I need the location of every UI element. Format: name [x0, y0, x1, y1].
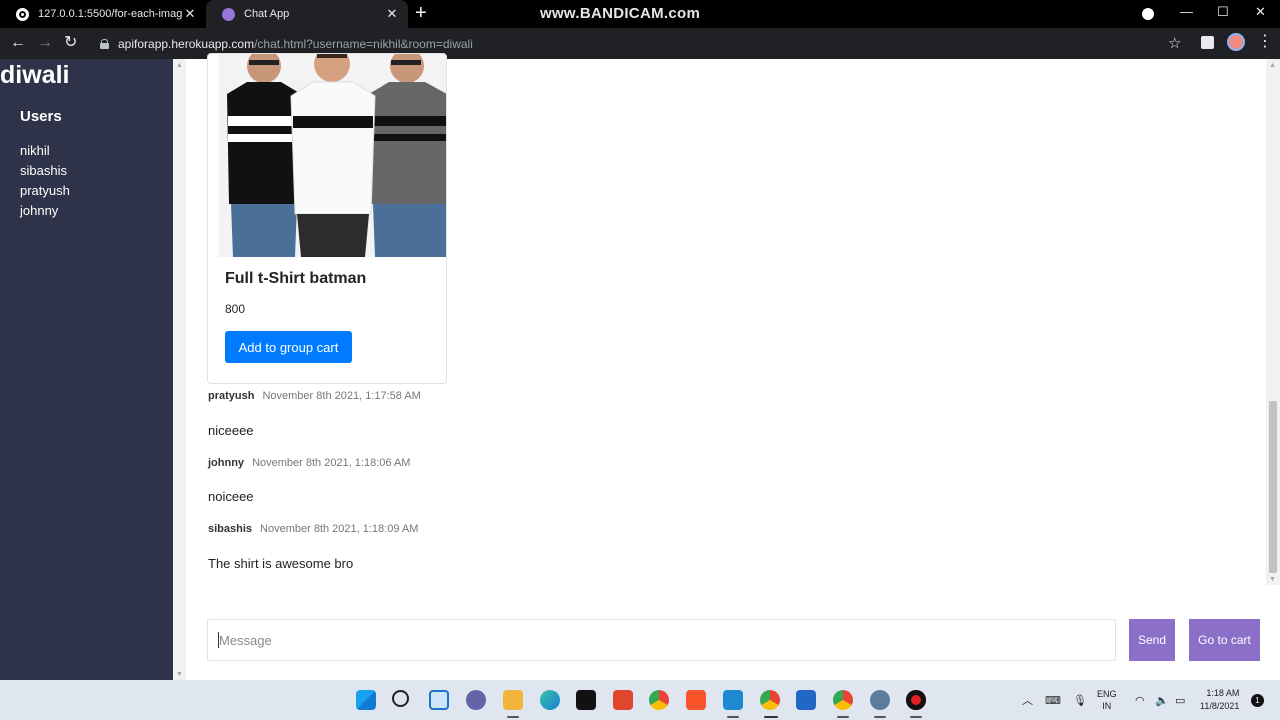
tab-search-icon[interactable]	[1142, 8, 1154, 20]
user-item: johnny	[20, 203, 59, 218]
message-time: November 8th 2021, 1:18:06 AM	[252, 457, 411, 469]
running-indicator	[837, 716, 849, 718]
scroll-up-arrow-icon[interactable]: ▲	[1269, 62, 1276, 69]
message-author: johnny	[208, 457, 245, 469]
chrome-profile-icon[interactable]	[833, 690, 853, 710]
chat-sidebar: diwali Users nikhil sibashis pratyush jo…	[0, 59, 173, 680]
browser-toolbar: ← → ↻ apiforapp.herokuapp.com/chat.html?…	[0, 28, 1280, 59]
browser-tab-chat-app[interactable]: Chat App ✕	[206, 0, 408, 28]
message-time: November 8th 2021, 1:18:09 AM	[260, 523, 419, 535]
running-indicator	[507, 716, 519, 718]
browser-tab-image-page[interactable]: 127.0.0.1:5500/for-each-image.h ✕	[0, 0, 206, 28]
close-tab-icon[interactable]: ✕	[384, 6, 400, 22]
url-host: apiforapp.herokuapp.com	[118, 36, 255, 51]
running-indicator	[910, 716, 922, 718]
maximize-icon[interactable]: ☐	[1217, 4, 1229, 20]
file-explorer-icon[interactable]	[503, 690, 523, 710]
new-tab-icon[interactable]: +	[415, 3, 427, 23]
scroll-up-arrow-icon[interactable]: ▲	[176, 62, 183, 69]
edge-browser-icon[interactable]	[540, 690, 560, 710]
user-item: nikhil	[20, 143, 50, 158]
product-price: 800	[225, 302, 246, 316]
reload-icon[interactable]: ↻	[64, 34, 77, 52]
forward-icon[interactable]: →	[37, 34, 53, 52]
office-icon[interactable]	[613, 690, 633, 710]
product-image	[219, 54, 446, 257]
region-code: IN	[1102, 701, 1112, 711]
message-author: sibashis	[208, 523, 253, 535]
search-icon[interactable]	[392, 690, 409, 707]
microsoft-store-icon[interactable]	[796, 690, 816, 710]
send-button[interactable]: Send	[1129, 619, 1175, 661]
message-time: November 8th 2021, 1:17:58 AM	[262, 390, 421, 402]
profile-avatar[interactable]	[1227, 33, 1245, 51]
wifi-icon[interactable]: ◠	[1135, 680, 1145, 720]
message-author: pratyush	[208, 390, 255, 402]
bandicam-record-icon[interactable]	[906, 690, 926, 710]
url-path: /chat.html?username=nikhil&room=diwali	[254, 36, 473, 51]
microphone-icon[interactable]: 🎙	[1073, 680, 1087, 720]
room-name: diwali	[0, 61, 70, 89]
users-heading: Users	[20, 108, 62, 125]
bookmark-star-icon[interactable]: ☆	[1168, 34, 1181, 52]
product-card: Full t-Shirt batman 800 Add to group car…	[207, 53, 447, 384]
brave-browser-icon[interactable]	[686, 690, 706, 710]
browser-tab-strip: 127.0.0.1:5500/for-each-image.h ✕ Chat A…	[0, 0, 1280, 28]
vscode-icon[interactable]	[723, 690, 743, 710]
scrollbar-thumb[interactable]	[1269, 401, 1277, 573]
user-item: pratyush	[20, 183, 70, 198]
close-tab-icon[interactable]: ✕	[182, 6, 198, 22]
chat-page: diwali Users nikhil sibashis pratyush jo…	[0, 53, 1280, 680]
settings-gear-icon[interactable]	[870, 690, 890, 710]
input-language[interactable]: ENG IN	[1097, 688, 1117, 712]
globe-icon	[16, 7, 29, 21]
tray-overflow-icon[interactable]: ︿	[1022, 680, 1033, 720]
system-clock[interactable]: 1:18 AM 11/8/2021	[1200, 687, 1239, 713]
widgets-icon[interactable]	[429, 690, 449, 710]
windows-taskbar: ︿ ⌨ 🎙 ENG IN ◠ 🔈 ▭ 1:18 AM 11/8/2021 1	[0, 680, 1280, 720]
chrome-icon[interactable]	[649, 690, 669, 710]
notification-badge[interactable]: 1	[1251, 694, 1264, 707]
lock-icon	[100, 38, 109, 49]
window-close-icon[interactable]: ✕	[1255, 4, 1266, 20]
message-meta: sibashis November 8th 2021, 1:18:09 AM	[208, 523, 418, 535]
scroll-down-arrow-icon[interactable]: ▼	[1269, 576, 1276, 583]
tab-title: Chat App	[244, 8, 290, 20]
running-indicator	[874, 716, 886, 718]
messages-scrollbar[interactable]: ▲ ▼	[1266, 59, 1280, 585]
text-caret	[218, 632, 219, 648]
scroll-down-arrow-icon[interactable]: ▼	[176, 671, 183, 678]
volume-icon[interactable]: 🔈	[1155, 680, 1169, 720]
dev-to-icon[interactable]	[576, 690, 596, 710]
sidebar-scrollbar[interactable]: ▲ ▼	[173, 59, 186, 680]
menu-kebab-icon[interactable]: ⋮	[1257, 33, 1273, 51]
add-to-group-cart-button[interactable]: Add to group cart	[225, 331, 352, 363]
bandicam-watermark: www.BANDICAM.com	[540, 5, 701, 22]
battery-icon[interactable]: ▭	[1175, 680, 1185, 720]
message-text: noiceee	[208, 489, 254, 504]
extensions-icon[interactable]	[1201, 36, 1214, 49]
teams-chat-icon[interactable]	[466, 690, 486, 710]
site-favicon-icon	[222, 7, 235, 21]
tab-title: 127.0.0.1:5500/for-each-image.h	[38, 8, 182, 20]
clock-time: 1:18 AM	[1206, 688, 1240, 698]
start-menu-icon[interactable]	[356, 690, 376, 710]
running-indicator	[727, 716, 739, 718]
minimize-icon[interactable]: —	[1180, 4, 1193, 19]
clock-date: 11/8/2021	[1200, 701, 1240, 711]
keyboard-icon[interactable]: ⌨	[1045, 680, 1061, 720]
go-to-cart-button[interactable]: Go to cart	[1189, 619, 1260, 661]
message-input[interactable]	[207, 619, 1116, 661]
back-icon[interactable]: ←	[10, 34, 26, 52]
user-item: sibashis	[20, 163, 67, 178]
message-meta: johnny November 8th 2021, 1:18:06 AM	[208, 457, 410, 469]
running-indicator	[764, 716, 778, 718]
message-text: The shirt is awesome bro	[208, 556, 354, 571]
language-code: ENG	[1097, 689, 1117, 699]
message-text: niceeee	[208, 423, 254, 438]
chrome-active-icon[interactable]	[760, 690, 780, 710]
message-meta: pratyush November 8th 2021, 1:17:58 AM	[208, 390, 421, 402]
product-title: Full t-Shirt batman	[225, 270, 367, 287]
user-list: nikhil sibashis pratyush johnny	[20, 141, 70, 221]
